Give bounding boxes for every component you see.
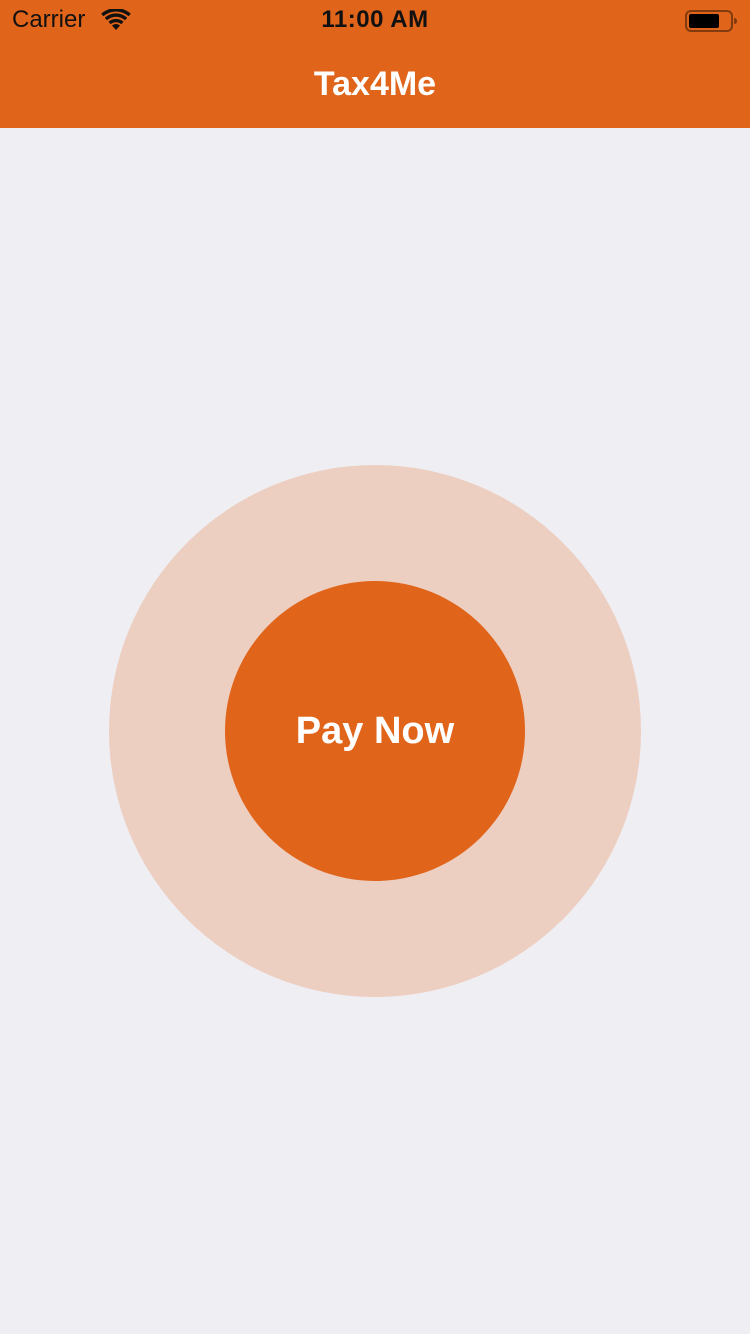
pay-now-label: Pay Now xyxy=(295,710,455,752)
status-bar: Carrier 11:00 AM xyxy=(0,0,750,40)
main-content: Pay Now xyxy=(0,128,750,1334)
navigation-bar: Tax4Me xyxy=(0,40,750,128)
pay-now-button[interactable]: Pay Now xyxy=(225,581,525,881)
status-time: 11:00 AM xyxy=(321,6,429,33)
battery-icon xyxy=(685,10,739,32)
top-bar: Carrier 11:00 AM Tax4Me xyxy=(0,0,750,128)
page-title: Tax4Me xyxy=(313,65,437,103)
